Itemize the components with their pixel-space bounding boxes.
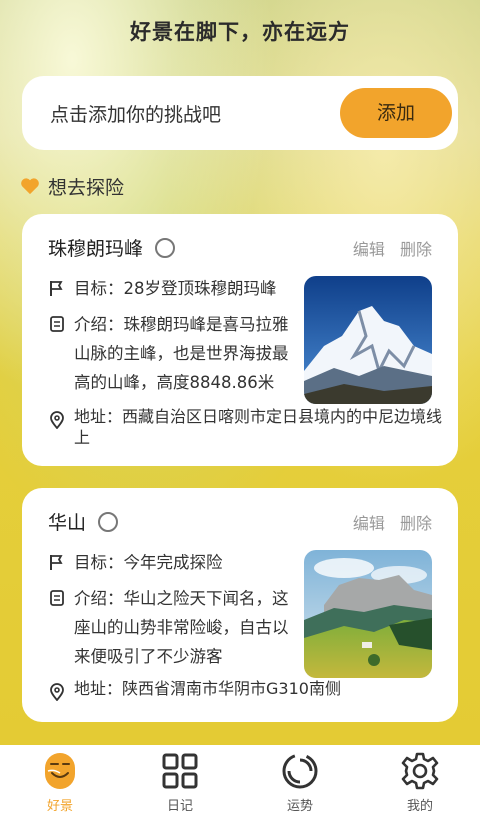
add-challenge-bar[interactable]: 点击添加你的挑战吧 添加 bbox=[22, 76, 458, 150]
adventure-card[interactable]: 华山 编辑 删除 目标：今年完成探险 介绍：华山之险天下闻名，这座山的山势非常险… bbox=[22, 488, 458, 722]
tab-fortune[interactable]: 运势 bbox=[240, 745, 360, 819]
flag-icon bbox=[50, 281, 63, 296]
document-icon bbox=[50, 590, 64, 606]
mountain-image bbox=[304, 276, 432, 404]
add-challenge-input[interactable]: 点击添加你的挑战吧 bbox=[50, 100, 221, 127]
intro-text: 介绍：珠穆朗玛峰是喜马拉雅山脉的主峰，也是世界海拔最高的山峰，高度8848.86… bbox=[74, 315, 289, 392]
intro-text: 介绍：华山之险天下闻名，这座山的山势非常险峻，自古以来便吸引了不少游客 bbox=[74, 589, 289, 666]
flag-icon bbox=[50, 555, 63, 570]
tab-scenery[interactable]: 好景 bbox=[0, 745, 120, 819]
tab-label: 我的 bbox=[406, 799, 433, 814]
edit-button[interactable]: 编辑 bbox=[353, 240, 385, 259]
fortune-icon bbox=[282, 753, 318, 789]
valley-image bbox=[304, 550, 432, 678]
card-title: 珠穆朗玛峰 bbox=[48, 238, 144, 260]
tab-diary[interactable]: 日记 bbox=[120, 745, 240, 819]
add-button[interactable]: 添加 bbox=[340, 88, 452, 138]
delete-button[interactable]: 删除 bbox=[400, 514, 432, 533]
heart-icon bbox=[21, 178, 39, 195]
address-text: 地址：西藏自治区日喀则市定日县境内的中尼边境线上 bbox=[74, 407, 443, 447]
document-icon bbox=[50, 316, 64, 332]
adventure-card[interactable]: 珠穆朗玛峰 编辑 删除 目标：28岁登顶珠穆朗玛峰 介绍：珠穆朗玛峰是喜马拉雅山… bbox=[22, 214, 458, 466]
location-icon bbox=[50, 683, 64, 701]
complete-toggle-icon[interactable] bbox=[98, 511, 119, 532]
page-title: 好景在脚下，亦在远方 bbox=[130, 20, 350, 44]
tab-label: 日记 bbox=[166, 799, 193, 814]
complete-toggle-icon[interactable] bbox=[155, 237, 176, 258]
edit-button[interactable]: 编辑 bbox=[353, 514, 385, 533]
section-title: 想去探险 bbox=[48, 176, 125, 199]
location-icon bbox=[50, 411, 64, 429]
tab-bar: 好景 日记 运势 我的 bbox=[0, 745, 480, 819]
grid-icon bbox=[162, 753, 198, 789]
scenery-icon bbox=[45, 753, 75, 789]
tab-label: 好景 bbox=[46, 799, 73, 814]
delete-button[interactable]: 删除 bbox=[400, 240, 432, 259]
tab-label: 运势 bbox=[286, 799, 313, 814]
section-header: 想去探险 bbox=[20, 172, 124, 200]
goal-text: 目标：今年完成探险 bbox=[74, 553, 223, 572]
gear-icon bbox=[401, 752, 439, 790]
goal-text: 目标：28岁登顶珠穆朗玛峰 bbox=[74, 279, 277, 298]
address-text: 地址：陕西省渭南市华阴市G310南侧 bbox=[74, 679, 341, 698]
tab-mine[interactable]: 我的 bbox=[360, 745, 480, 819]
card-title: 华山 bbox=[48, 512, 87, 534]
